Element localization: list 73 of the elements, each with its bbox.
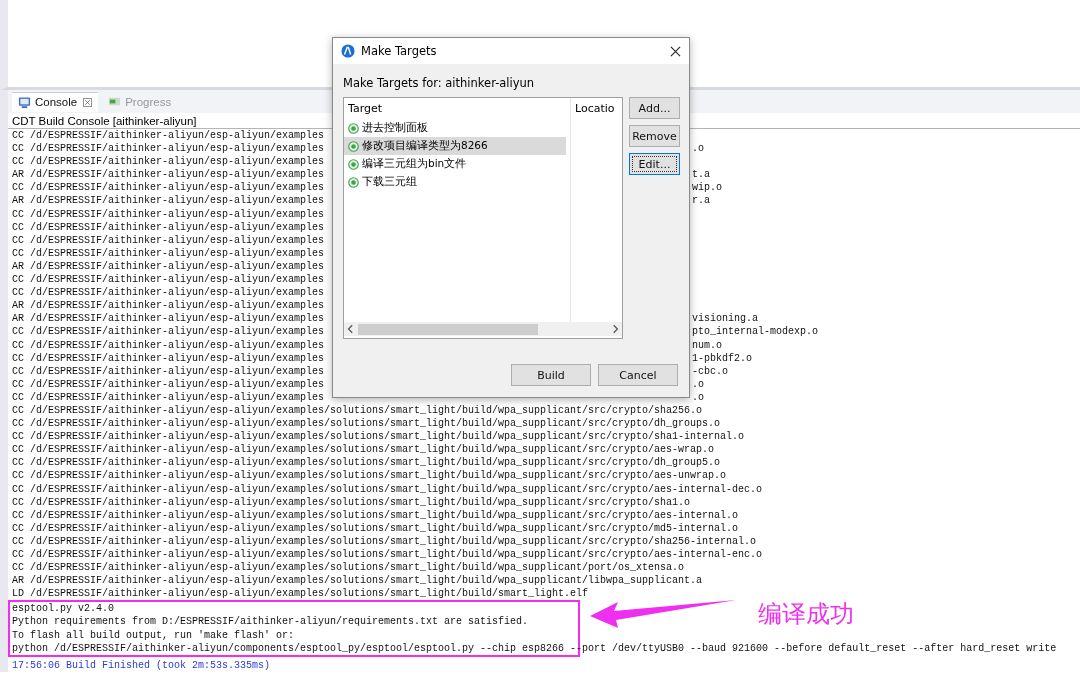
console-line: CC /d/ESPRESSIF/aithinker-aliyun/esp-aliyun/examples [12, 325, 325, 339]
progress-icon [108, 95, 122, 108]
app-icon [341, 44, 355, 58]
monitor-icon [18, 95, 31, 109]
scrollbar[interactable] [344, 322, 622, 336]
console-line: CC /d/ESPRESSIF/aithinker-aliyun/esp-aliyun/examples/solutions/smart_light/build/wpa_supplicant/src/crypto/aes-wrap.o [12, 443, 715, 457]
target-icon [348, 122, 359, 134]
target-item[interactable]: 编译三元组为bin文件 [344, 155, 566, 173]
console-line: r.a [692, 194, 710, 208]
dialog-button[interactable]: Cancel [598, 364, 678, 386]
console-line: CC /d/ESPRESSIF/aithinker-aliyun/esp-aliyun/examples/solutions/smart_light/build/wpa_supplicant/src/crypto/sha1.o [12, 495, 691, 509]
console-line: visioning.a [692, 312, 758, 326]
console-line: CC /d/ESPRESSIF/aithinker-aliyun/esp-aliyun/examples [12, 273, 325, 287]
dialog-button[interactable]: Edit... [629, 153, 680, 175]
console-line: .o [692, 377, 704, 391]
console-line: CC /d/ESPRESSIF/aithinker-aliyun/esp-aliyun/examples/solutions/smart_light/build/wpa_supplicant/port/os_xtensa.o [12, 561, 685, 575]
console-line: CC /d/ESPRESSIF/aithinker-aliyun/esp-aliyun/examples/solutions/smart_light/build/wpa_supplicant/src/crypto/dh_group5.o [12, 456, 721, 470]
target-icon [348, 158, 359, 170]
console-line: AR /d/ESPRESSIF/aithinker-aliyun/esp-aliyun/examples/solutions/smart_light/build/wpa_supplicant/libwpa_supplicant.a [12, 574, 703, 588]
console-line: 1-pbkdf2.o [692, 351, 752, 365]
console-line: CC /d/ESPRESSIF/aithinker-aliyun/esp-aliyun/examples/solutions/smart_light/build/wpa_supplicant/src/crypto/dh_groups.o [12, 417, 721, 431]
console-line: AR /d/ESPRESSIF/aithinker-aliyun/esp-aliyun/examples [12, 299, 325, 313]
console-line: CC /d/ESPRESSIF/aithinker-aliyun/esp-aliyun/examples [12, 351, 325, 365]
console-line: -cbc.o [692, 364, 728, 378]
console-line: CC /d/ESPRESSIF/aithinker-aliyun/esp-aliyun/examples [12, 181, 325, 195]
console-line: CC /d/ESPRESSIF/aithinker-aliyun/esp-aliyun/examples [12, 364, 325, 378]
console-line: CC /d/ESPRESSIF/aithinker-aliyun/esp-aliyun/examples [12, 129, 325, 143]
target-item[interactable]: 修改项目编译类型为8266 [344, 137, 566, 155]
console-line: CC /d/ESPRESSIF/aithinker-aliyun/esp-aliyun/examples [12, 390, 325, 404]
console-line: CC /d/ESPRESSIF/aithinker-aliyun/esp-aliyun/examples/solutions/smart_light/build/wpa_supplicant/src/crypto/aes-internal-dec.o [12, 482, 763, 496]
console-line: Python requirements from D:/ESPRESSIF/aithinker-aliyun/requirements.txt are satisfied. [12, 616, 529, 628]
console-line: CC /d/ESPRESSIF/aithinker-aliyun/esp-aliyun/examples [12, 338, 325, 352]
console-line: CC /d/ESPRESSIF/aithinker-aliyun/esp-aliyun/examples/solutions/smart_light/build/wpa_supplicant/src/crypto/sha256-internal.o [12, 534, 757, 548]
target-icon [348, 176, 359, 188]
dialog-title: Make Targets [361, 44, 438, 58]
console-line: CC /d/ESPRESSIF/aithinker-aliyun/esp-aliyun/examples [12, 220, 325, 234]
console-line: wip.o [692, 181, 722, 195]
console-line: To flash all build output, run 'make flash' or: [12, 629, 295, 641]
console-line: AR /d/ESPRESSIF/aithinker-aliyun/esp-aliyun/examples [12, 168, 325, 182]
console-line: esptool.py v2.4.0 [12, 603, 115, 615]
console-line: CC /d/ESPRESSIF/aithinker-aliyun/esp-aliyun/examples [12, 286, 325, 300]
console-line: num.o [692, 338, 722, 352]
console-line: CC /d/ESPRESSIF/aithinker-aliyun/esp-aliyun/examples/solutions/smart_light/build/wpa_supplicant/src/crypto/aes-internal.o [12, 508, 739, 522]
console-line: CC /d/ESPRESSIF/aithinker-aliyun/esp-aliyun/examples [12, 207, 325, 221]
console-line: CC /d/ESPRESSIF/aithinker-aliyun/esp-aliyun/examples/solutions/smart_light/build/wpa_supplicant/src/crypto/md5-internal.o [12, 521, 739, 535]
dialog-heading: Make Targets for: aithinker-aliyun [343, 76, 536, 90]
console-line: pto_internal-modexp.o [692, 325, 819, 339]
console-line: CC /d/ESPRESSIF/aithinker-aliyun/esp-aliyun/examples/solutions/smart_light/build/wpa_supplicant/src/crypto/aes-unwrap.o [12, 469, 727, 483]
console-line: .o [692, 142, 704, 156]
console-line: CC /d/ESPRESSIF/aithinker-aliyun/esp-aliyun/examples [12, 246, 325, 260]
dialog-button[interactable]: Build [511, 364, 591, 386]
console-line: CC /d/ESPRESSIF/aithinker-aliyun/esp-aliyun/examples/solutions/smart_light/build/wpa_supplicant/src/crypto/aes-internal-enc.o [12, 548, 763, 562]
annotation-label: 编译成功 [758, 599, 854, 630]
console-line: .o [692, 390, 704, 404]
console-line: AR /d/ESPRESSIF/aithinker-aliyun/esp-aliyun/examples [12, 194, 325, 208]
console-line: CC /d/ESPRESSIF/aithinker-aliyun/esp-aliyun/examples [12, 377, 325, 391]
dialog-button[interactable]: Remove [629, 125, 680, 147]
console-line: CC /d/ESPRESSIF/aithinker-aliyun/esp-aliyun/examples [12, 155, 325, 169]
console-line: CC /d/ESPRESSIF/aithinker-aliyun/esp-aliyun/examples [12, 142, 325, 156]
console-line: CC /d/ESPRESSIF/aithinker-aliyun/esp-aliyun/examples [12, 233, 325, 247]
target-item[interactable]: 下载三元组 [344, 173, 566, 191]
console-line: AR /d/ESPRESSIF/aithinker-aliyun/esp-aliyun/examples [12, 259, 325, 274]
console-line: t.a [692, 168, 710, 182]
target-icon [348, 140, 359, 152]
scroll-right-icon[interactable] [610, 324, 620, 334]
console-line: AR /d/ESPRESSIF/aithinker-aliyun/esp-aliyun/examples [12, 312, 325, 326]
dialog-button[interactable]: Add... [629, 97, 680, 119]
console-line: CC /d/ESPRESSIF/aithinker-aliyun/esp-aliyun/examples/solutions/smart_light/build/wpa_supplicant/src/crypto/sha256.o [12, 403, 703, 418]
console-line: LD /d/ESPRESSIF/aithinker-aliyun/esp-aliyun/examples/solutions/smart_light/build/smart_light.elf [12, 587, 589, 601]
close-icon[interactable] [670, 45, 681, 57]
build-status: 17:56:06 Build Finished (took 2m:53s.335ms) [12, 658, 272, 672]
view-tab[interactable]: Console [12, 91, 99, 112]
console-line: CC /d/ESPRESSIF/aithinker-aliyun/esp-aliyun/examples/solutions/smart_light/build/wpa_supplicant/src/crypto/sha1-internal.o [12, 430, 745, 444]
